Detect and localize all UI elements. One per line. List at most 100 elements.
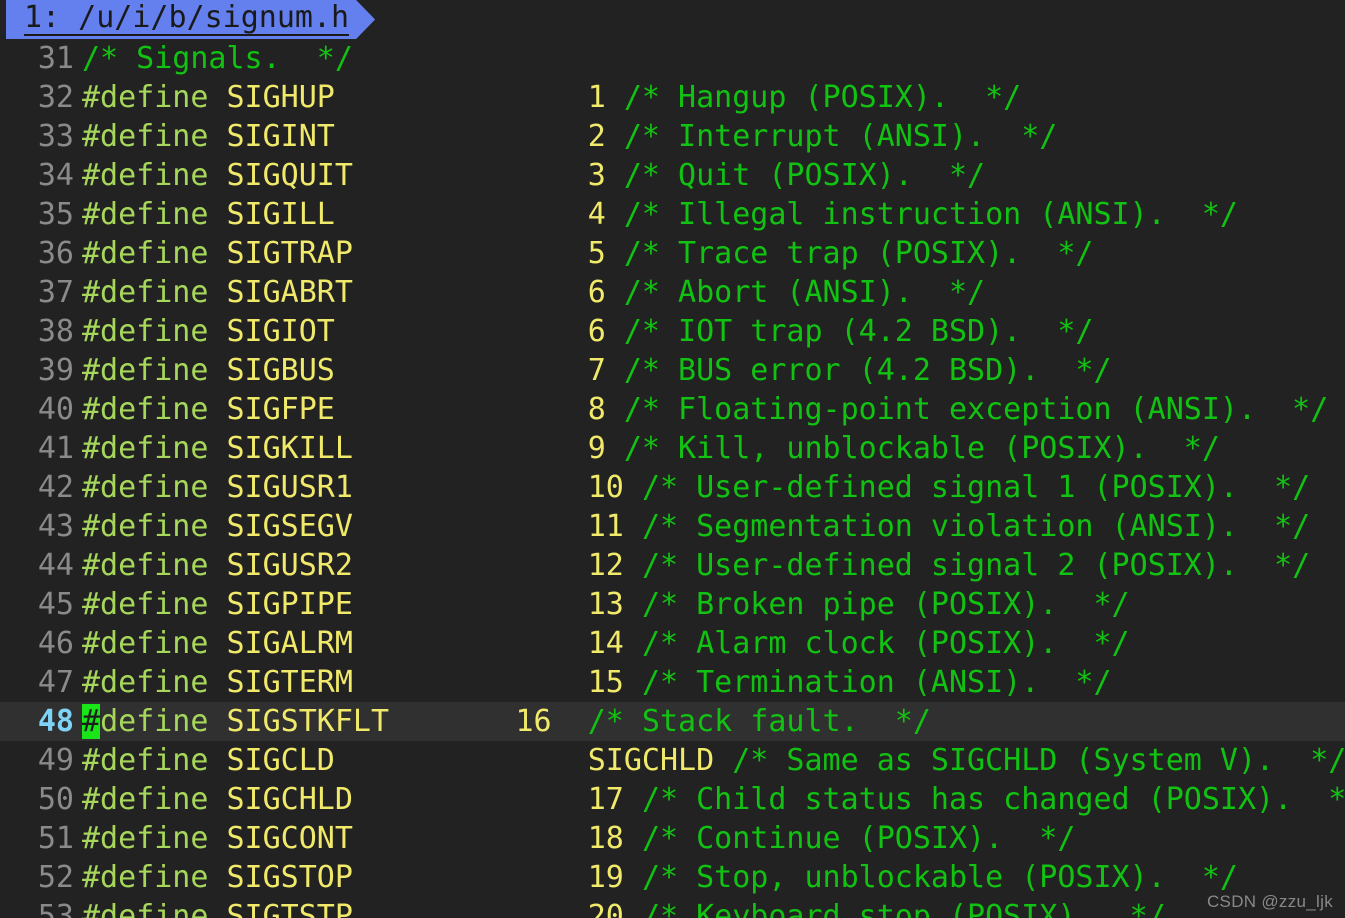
line-number: 47 [37, 665, 74, 700]
define-keyword: #define [82, 860, 227, 895]
line-number: 53 [37, 899, 74, 918]
macro-value: 20 [587, 899, 624, 918]
macro-value: 10 [587, 470, 624, 505]
line-number: 52 [37, 860, 74, 895]
code-line[interactable]: 40 #define SIGFPE 8 /* Floating-point exc… [0, 390, 1345, 429]
line-content: #define SIGSEGV 11 /* Segmentation viola… [82, 507, 1345, 546]
code-line[interactable]: 43 #define SIGSEGV 11 /* Segmentation vio… [0, 507, 1345, 546]
code-line[interactable]: 33 #define SIGINT 2 /* Interrupt (ANSI). … [0, 117, 1345, 156]
code-line[interactable]: 45 #define SIGPIPE 13 /* Broken pipe (POS… [0, 585, 1345, 624]
code-comment: /* Child status has changed (POSIX). */ [641, 782, 1345, 817]
macro-value: 5 [587, 236, 606, 271]
line-content: #define SIGTSTP 20 /* Keyboard stop (POS… [82, 897, 1345, 918]
code-line[interactable]: 38 #define SIGIOT 6 /* IOT trap (4.2 BSD)… [0, 312, 1345, 351]
macro-identifier: SIGCHLD [587, 743, 715, 778]
code-line[interactable]: 32 #define SIGHUP 1 /* Hangup (POSIX). */ [0, 78, 1345, 117]
code-comment: /* Signals. */ [82, 41, 353, 76]
define-keyword: #define [82, 470, 227, 505]
macro-value: 12 [587, 548, 624, 583]
define-keyword: #define [82, 80, 227, 115]
macro-identifier: SIGIOT [226, 314, 335, 349]
macro-value: 13 [587, 587, 624, 622]
macro-identifier: SIGFPE [226, 392, 335, 427]
code-line[interactable]: 49 #define SIGCLD SIGCHLD /* Same as SIGC… [0, 741, 1345, 780]
define-keyword: #define [82, 548, 227, 583]
define-keyword: #define [82, 236, 227, 271]
code-comment: /* Broken pipe (POSIX). */ [641, 587, 1130, 622]
line-content: #define SIGUSR1 10 /* User-defined signa… [82, 468, 1345, 507]
code-line[interactable]: 50 #define SIGCHLD 17 /* Child status has… [0, 780, 1345, 819]
macro-value: 6 [587, 275, 606, 310]
code-line[interactable]: 35 #define SIGILL 4 /* Illegal instructio… [0, 195, 1345, 234]
macro-identifier: SIGBUS [226, 353, 335, 388]
code-line[interactable]: 51 #define SIGCONT 18 /* Continue (POSIX)… [0, 819, 1345, 858]
code-line-current[interactable]: 48 #define SIGSTKFLT 16 /* Stack fault. *… [0, 702, 1345, 741]
code-comment: /* Trace trap (POSIX). */ [623, 236, 1094, 271]
code-line[interactable]: 52 #define SIGSTOP 19 /* Stop, unblockabl… [0, 858, 1345, 897]
line-number: 32 [37, 80, 74, 115]
line-content: #define SIGSTKFLT 16 /* Stack fault. */ [82, 702, 1345, 741]
line-content: #define SIGCONT 18 /* Continue (POSIX). … [82, 819, 1345, 858]
macro-identifier: SIGINT [226, 119, 335, 154]
code-line[interactable]: 44 #define SIGUSR2 12 /* User-defined sig… [0, 546, 1345, 585]
macro-value: 1 [587, 80, 606, 115]
macro-value: 16 [515, 704, 552, 739]
line-content: #define SIGTRAP 5 /* Trace trap (POSIX).… [82, 234, 1345, 273]
define-keyword: #define [82, 431, 227, 466]
code-line[interactable]: 37 #define SIGABRT 6 /* Abort (ANSI). */ [0, 273, 1345, 312]
line-content: #define SIGTERM 15 /* Termination (ANSI)… [82, 663, 1345, 702]
line-content: #define SIGALRM 14 /* Alarm clock (POSIX… [82, 624, 1345, 663]
define-keyword: #define [82, 275, 227, 310]
line-content: #define SIGCHLD 17 /* Child status has c… [82, 780, 1345, 819]
code-line[interactable]: 53 #define SIGTSTP 20 /* Keyboard stop (P… [0, 897, 1345, 918]
code-line[interactable]: 41 #define SIGKILL 9 /* Kill, unblockable… [0, 429, 1345, 468]
code-line[interactable]: 34 #define SIGQUIT 3 /* Quit (POSIX). */ [0, 156, 1345, 195]
define-keyword: #define [82, 119, 227, 154]
line-content: #define SIGPIPE 13 /* Broken pipe (POSIX… [82, 585, 1345, 624]
line-number: 45 [37, 587, 74, 622]
code-comment: /* User-defined signal 2 (POSIX). */ [641, 548, 1311, 583]
macro-identifier: SIGUSR1 [226, 470, 353, 505]
code-line[interactable]: 46 #define SIGALRM 14 /* Alarm clock (POS… [0, 624, 1345, 663]
define-keyword: #define [82, 314, 227, 349]
code-comment: /* Same as SIGCHLD (System V). */ [732, 743, 1345, 778]
tab-signum-h[interactable]: 1: /u/i/b/signum.h [6, 0, 375, 39]
editor-text-area[interactable]: 31/* Signals. */32 #define SIGHUP 1 /* Ha… [0, 39, 1345, 918]
code-comment: /* Termination (ANSI). */ [641, 665, 1112, 700]
line-number: 33 [37, 119, 74, 154]
code-comment: /* BUS error (4.2 BSD). */ [623, 353, 1112, 388]
define-keyword: #define [82, 899, 227, 918]
code-comment: /* Abort (ANSI). */ [623, 275, 986, 310]
line-number: 50 [37, 782, 74, 817]
macro-identifier: SIGILL [226, 197, 335, 232]
line-number: 49 [37, 743, 74, 778]
code-line[interactable]: 42 #define SIGUSR1 10 /* User-defined sig… [0, 468, 1345, 507]
line-content: #define SIGSTOP 19 /* Stop, unblockable … [82, 858, 1345, 897]
code-line[interactable]: 47 #define SIGTERM 15 /* Termination (ANS… [0, 663, 1345, 702]
line-number: 44 [37, 548, 74, 583]
code-comment: /* IOT trap (4.2 BSD). */ [623, 314, 1094, 349]
define-keyword: #define [82, 782, 227, 817]
line-number: 38 [37, 314, 74, 349]
code-line[interactable]: 36 #define SIGTRAP 5 /* Trace trap (POSIX… [0, 234, 1345, 273]
macro-value: 3 [587, 158, 606, 193]
define-keyword: #define [82, 353, 227, 388]
code-line[interactable]: 31/* Signals. */ [0, 39, 1345, 78]
macro-identifier: SIGABRT [226, 275, 353, 310]
code-line[interactable]: 39 #define SIGBUS 7 /* BUS error (4.2 BSD… [0, 351, 1345, 390]
macro-identifier: SIGKILL [226, 431, 353, 466]
